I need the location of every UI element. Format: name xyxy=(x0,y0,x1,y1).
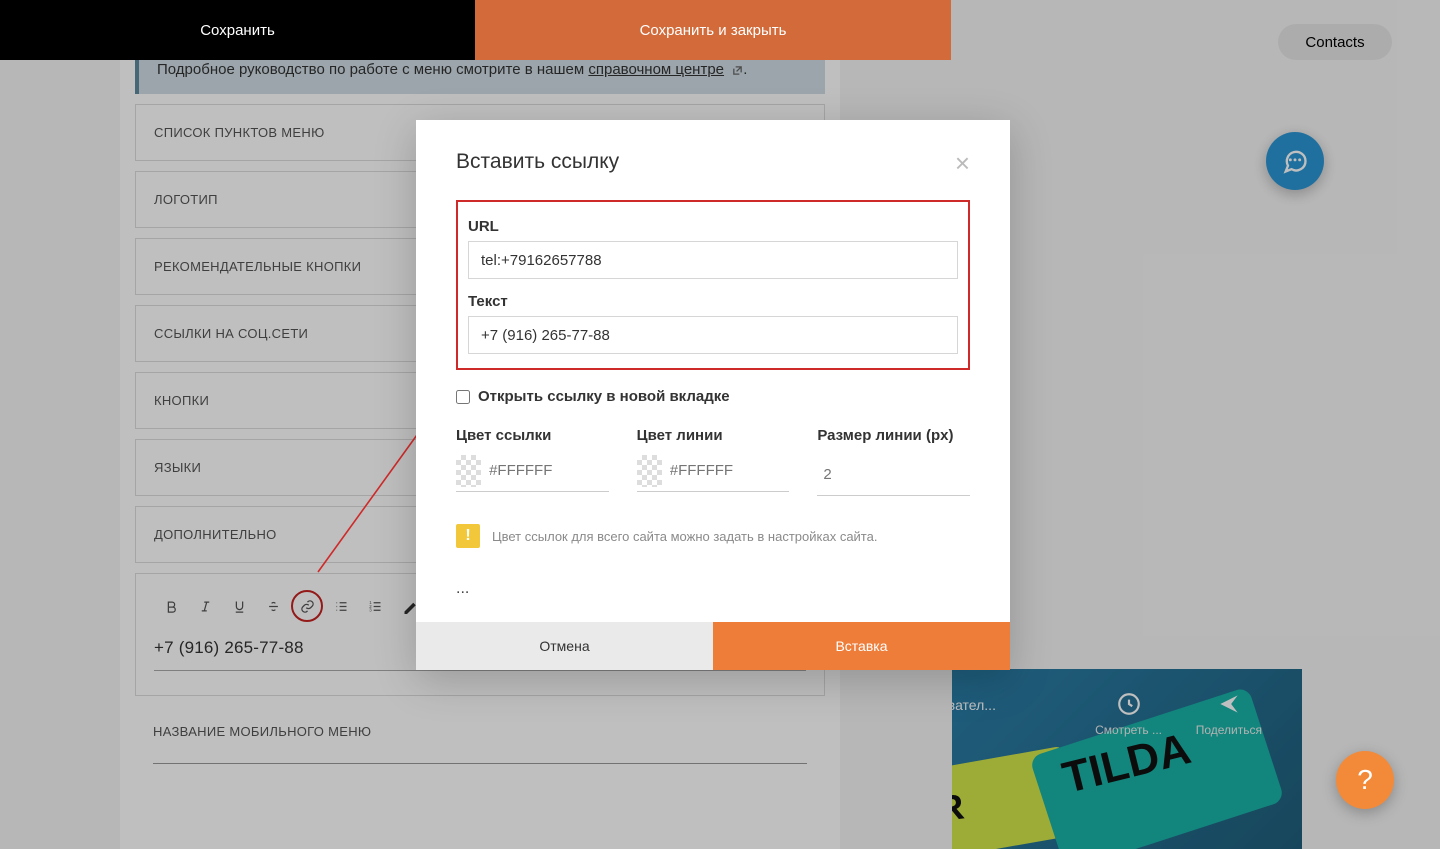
highlighted-fields: URL Текст xyxy=(456,200,970,370)
hint-text: Цвет ссылок для всего сайта можно задать… xyxy=(492,529,877,544)
new-tab-checkbox[interactable] xyxy=(456,390,470,404)
new-tab-label: Открыть ссылку в новой вкладке xyxy=(478,388,730,405)
top-toolbar: Сохранить Сохранить и закрыть xyxy=(0,0,1440,60)
modal-header: Вставить ссылку × xyxy=(416,120,1010,200)
url-label: URL xyxy=(468,218,958,235)
more-options[interactable]: ... xyxy=(456,580,970,598)
modal-title: Вставить ссылку xyxy=(456,150,619,174)
modal-footer: Отмена Вставка xyxy=(416,622,1010,670)
warning-icon: ! xyxy=(456,524,480,548)
save-close-button[interactable]: Сохранить и закрыть xyxy=(475,0,951,60)
modal-body: URL Текст Открыть ссылку в новой вкладке… xyxy=(416,200,1010,622)
new-tab-row: Открыть ссылку в новой вкладке xyxy=(456,388,970,405)
cancel-button[interactable]: Отмена xyxy=(416,622,713,670)
line-color-label: Цвет линии xyxy=(637,427,790,444)
link-color-label: Цвет ссылки xyxy=(456,427,609,444)
color-settings-row: Цвет ссылки Цвет линии Размер линии (px) xyxy=(456,419,970,496)
text-label: Текст xyxy=(468,293,958,310)
line-size-input[interactable] xyxy=(817,454,970,496)
line-size-label: Размер линии (px) xyxy=(817,427,970,444)
transparent-swatch-icon xyxy=(456,455,481,487)
help-launcher[interactable]: ? xyxy=(1336,751,1394,809)
save-button[interactable]: Сохранить xyxy=(0,0,475,60)
line-color-input[interactable] xyxy=(637,450,790,492)
transparent-swatch-icon xyxy=(637,455,662,487)
link-color-field[interactable] xyxy=(489,462,609,479)
link-color-input[interactable] xyxy=(456,450,609,492)
line-color-field[interactable] xyxy=(670,462,790,479)
text-input[interactable] xyxy=(468,316,958,354)
hint-row: ! Цвет ссылок для всего сайта можно зада… xyxy=(456,524,970,548)
insert-link-modal: Вставить ссылку × URL Текст Открыть ссыл… xyxy=(416,120,1010,670)
close-icon[interactable]: × xyxy=(955,150,970,176)
insert-button[interactable]: Вставка xyxy=(713,622,1010,670)
url-input[interactable] xyxy=(468,241,958,279)
